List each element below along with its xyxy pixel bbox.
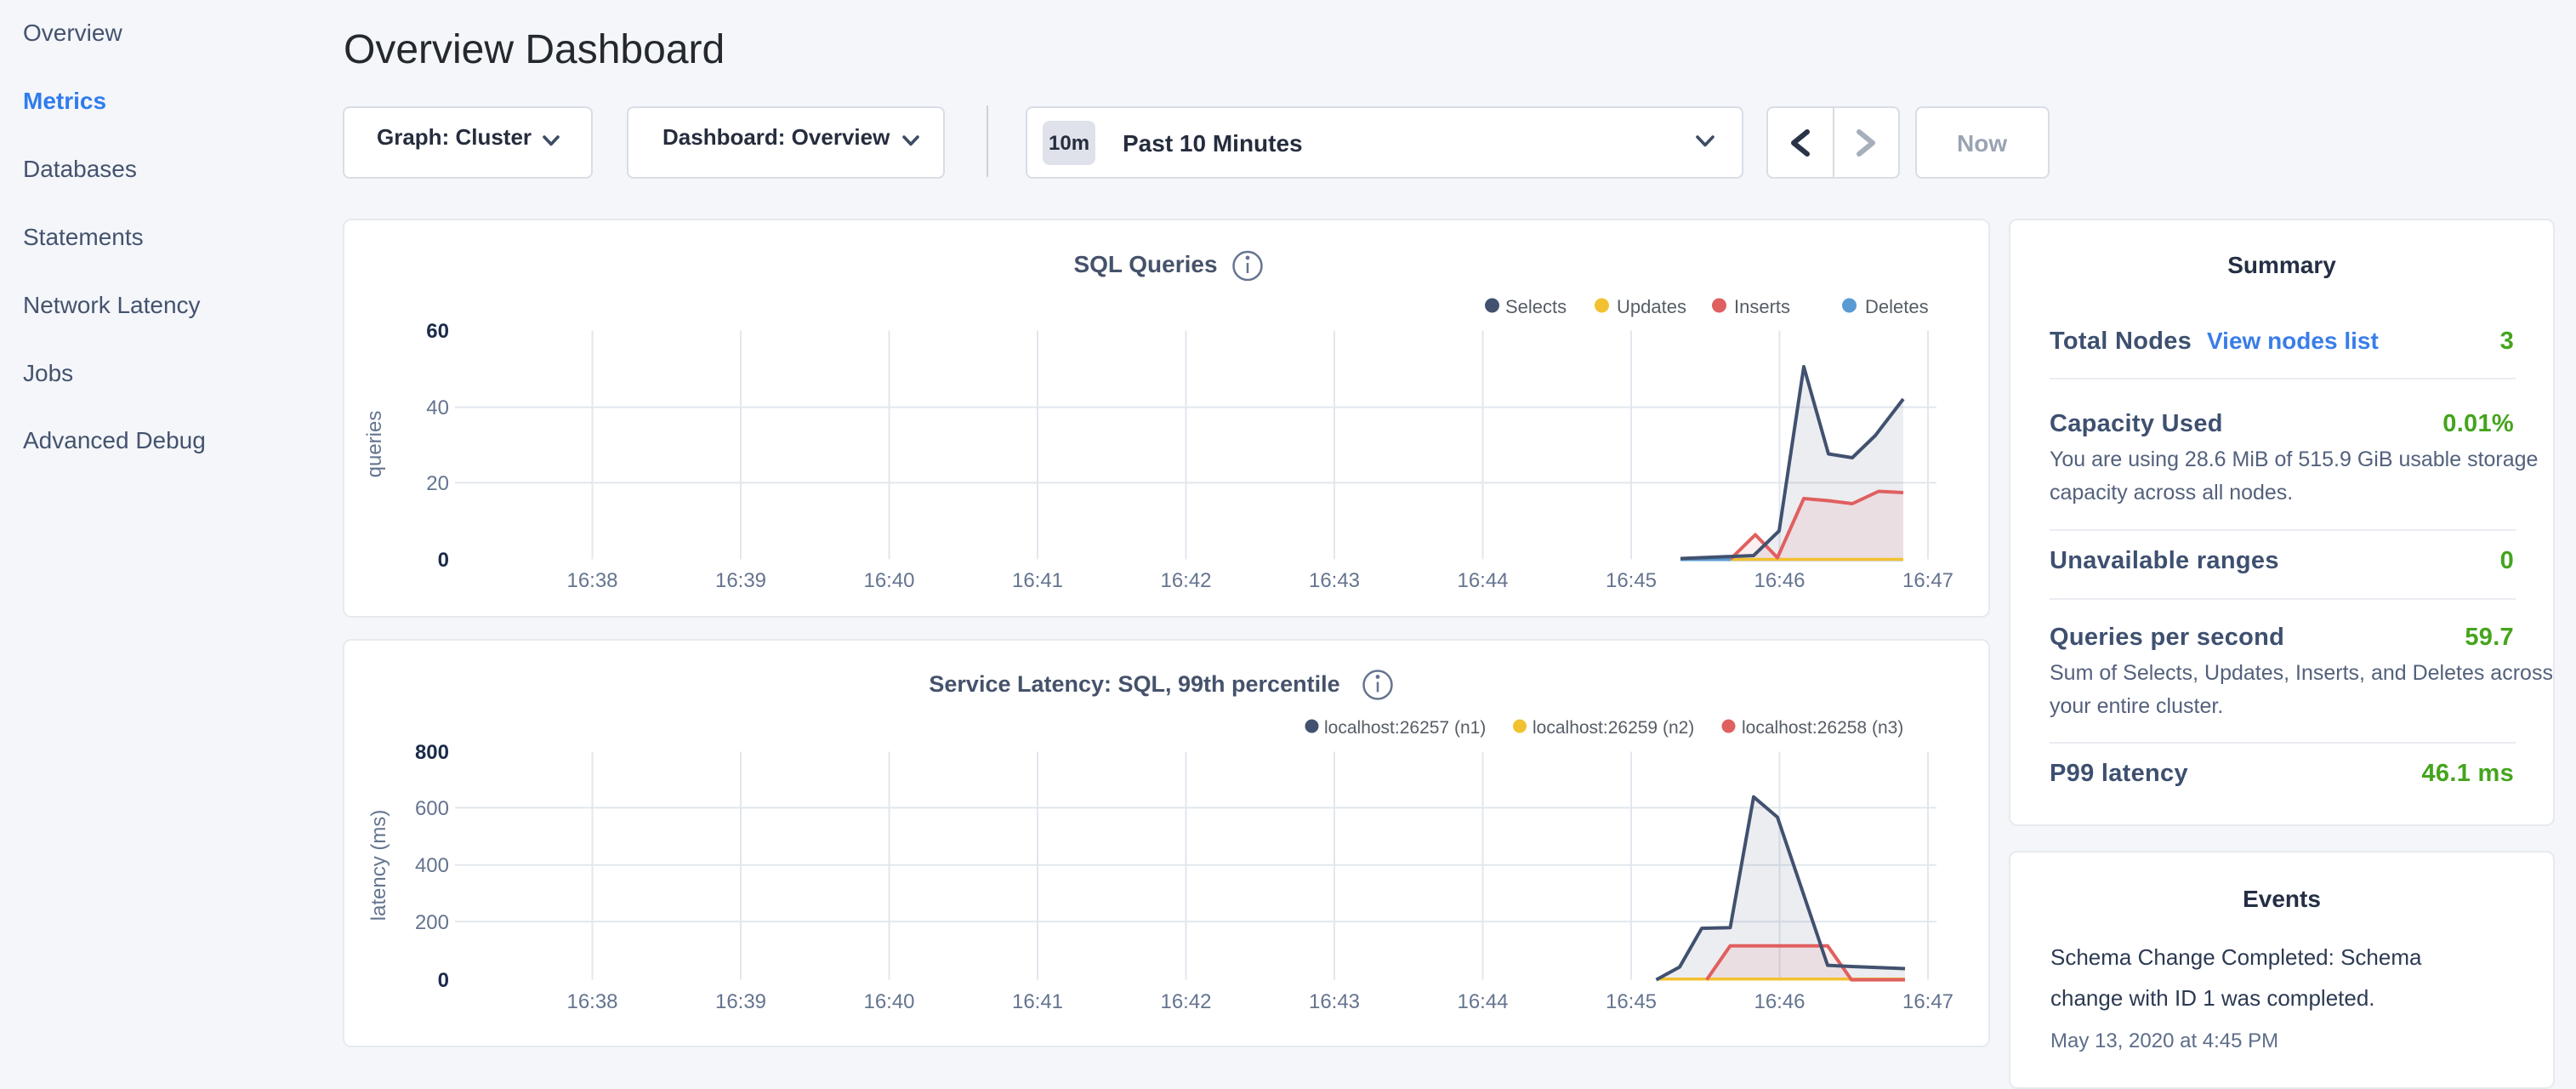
svg-text:localhost:26257 (n1): localhost:26257 (n1) <box>1324 718 1486 738</box>
svg-text:16:41: 16:41 <box>1012 990 1063 1013</box>
svg-text:40: 40 <box>426 396 449 419</box>
svg-text:16:40: 16:40 <box>863 569 914 592</box>
svg-text:16:47: 16:47 <box>1902 569 1953 592</box>
svg-text:400: 400 <box>415 854 449 877</box>
svg-text:16:41: 16:41 <box>1012 569 1063 592</box>
svg-text:localhost:26258 (n3): localhost:26258 (n3) <box>1742 718 1903 738</box>
svg-text:800: 800 <box>415 741 449 764</box>
svg-text:16:39: 16:39 <box>715 569 766 592</box>
svg-text:Updates: Updates <box>1617 296 1686 317</box>
svg-text:0: 0 <box>438 549 449 572</box>
svg-text:queries: queries <box>363 411 386 478</box>
svg-text:16:44: 16:44 <box>1457 569 1508 592</box>
svg-text:16:45: 16:45 <box>1606 569 1657 592</box>
svg-text:16:42: 16:42 <box>1160 569 1211 592</box>
svg-text:latency (ms): latency (ms) <box>367 810 390 921</box>
svg-text:Service Latency: SQL, 99th per: Service Latency: SQL, 99th percentile <box>929 671 1339 697</box>
svg-text:Selects: Selects <box>1505 296 1567 317</box>
svg-text:16:39: 16:39 <box>715 990 766 1013</box>
svg-text:16:47: 16:47 <box>1902 990 1953 1013</box>
svg-text:Inserts: Inserts <box>1734 296 1790 317</box>
svg-text:200: 200 <box>415 911 449 934</box>
svg-text:localhost:26259 (n2): localhost:26259 (n2) <box>1533 718 1694 738</box>
svg-text:16:43: 16:43 <box>1309 569 1360 592</box>
svg-text:Deletes: Deletes <box>1865 296 1929 317</box>
svg-text:16:38: 16:38 <box>566 990 617 1013</box>
svg-text:60: 60 <box>426 320 449 343</box>
svg-text:16:45: 16:45 <box>1606 990 1657 1013</box>
svg-text:16:38: 16:38 <box>566 569 617 592</box>
svg-text:SQL Queries: SQL Queries <box>1073 251 1217 277</box>
svg-text:0: 0 <box>438 969 449 992</box>
svg-text:16:46: 16:46 <box>1754 569 1805 592</box>
svg-text:16:42: 16:42 <box>1160 990 1211 1013</box>
svg-text:16:46: 16:46 <box>1754 990 1805 1013</box>
svg-text:16:44: 16:44 <box>1457 990 1508 1013</box>
svg-text:16:43: 16:43 <box>1309 990 1360 1013</box>
svg-text:600: 600 <box>415 797 449 820</box>
svg-text:20: 20 <box>426 472 449 495</box>
svg-text:16:40: 16:40 <box>863 990 914 1013</box>
